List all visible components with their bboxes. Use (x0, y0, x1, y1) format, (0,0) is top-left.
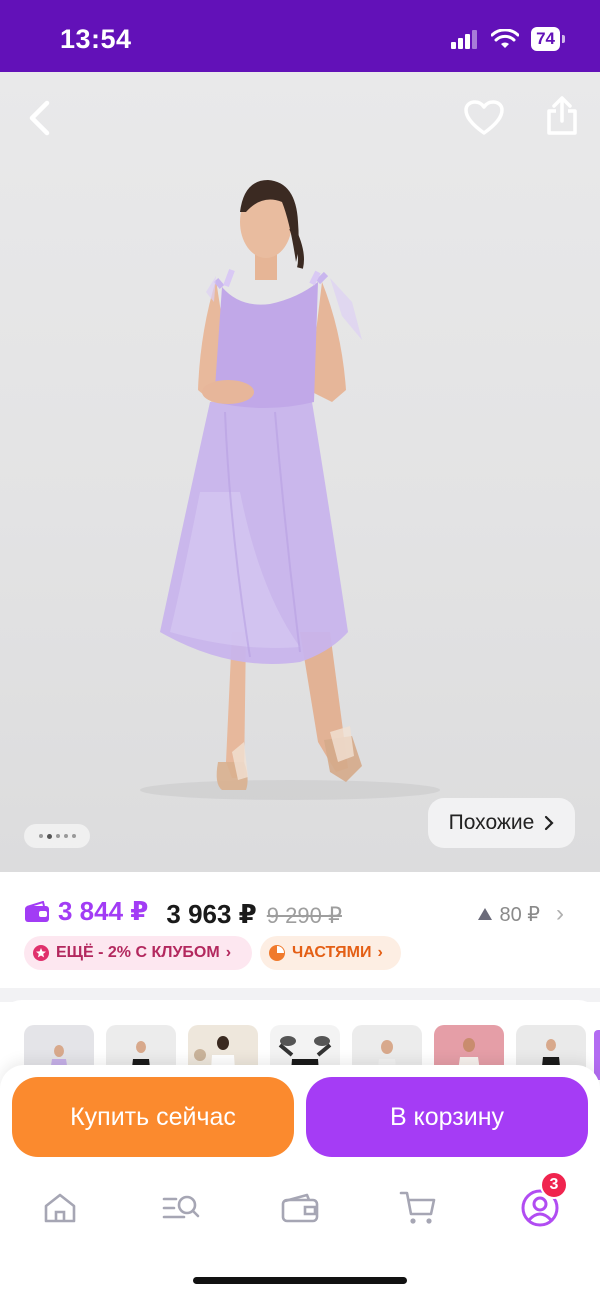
tab-wallet[interactable] (275, 1183, 325, 1233)
tab-bar: 3 (0, 1171, 600, 1233)
back-button[interactable] (18, 96, 62, 140)
old-price: 9 290 ₽ (266, 902, 342, 928)
home-indicator[interactable] (193, 1277, 407, 1284)
chevron-left-icon (29, 100, 50, 136)
wallet-icon (25, 900, 49, 922)
buy-now-button[interactable]: Купить сейчас (12, 1077, 294, 1157)
club-chip-label: ЕЩЁ - 2% С КЛУБОМ (56, 944, 220, 961)
chevron-right-icon: › (556, 900, 564, 927)
catalog-search-icon (162, 1195, 200, 1219)
battery-indicator: 74 (531, 27, 565, 51)
tab-cart[interactable] (393, 1183, 443, 1233)
status-time: 13:54 (60, 24, 132, 54)
tab-home[interactable] (35, 1183, 85, 1233)
cart-icon (399, 1191, 436, 1224)
chevron-right-icon (545, 815, 554, 831)
status-icons: 74 (451, 27, 565, 51)
pagination-dot (71, 834, 76, 838)
photo-pagination (24, 824, 90, 848)
points-value: 80 ₽ (499, 903, 540, 926)
add-to-cart-button[interactable]: В корзину (306, 1077, 588, 1157)
home-icon (44, 1193, 76, 1223)
share-icon (547, 96, 577, 135)
wifi-icon (491, 29, 520, 48)
signal-icon (451, 30, 478, 49)
share-button[interactable] (540, 94, 584, 138)
profile-notification-badge: 3 (540, 1171, 568, 1199)
pagination-dot (55, 834, 60, 838)
tab-catalog[interactable] (156, 1183, 206, 1233)
star-badge-icon (33, 945, 49, 961)
similar-button[interactable]: Похожие (428, 798, 575, 848)
club-discount-chip[interactable]: ЕЩЁ - 2% С КЛУБОМ › (24, 936, 252, 970)
heart-icon (464, 100, 504, 135)
wallet-price[interactable]: 3 844 ₽ (24, 896, 148, 927)
product-image (140, 180, 440, 800)
installments-chip[interactable]: ЧАСТЯМИ › (260, 936, 401, 970)
regular-price: 3 963 ₽ (166, 898, 257, 929)
favorite-button[interactable] (462, 96, 506, 140)
chevron-right-icon: › (377, 944, 383, 961)
pagination-dot (63, 834, 68, 838)
triangle-icon (478, 908, 493, 920)
bottom-bar: Купить сейчас В корзину 3 (0, 1065, 600, 1297)
side-scroll-accent (594, 1030, 600, 1080)
similar-label: Похожие (448, 811, 535, 834)
pagination-dot (38, 834, 43, 838)
chevron-right-icon: › (225, 944, 232, 961)
price-row: 3 844 ₽ 3 963 ₽ 9 290 ₽ (24, 896, 342, 930)
price-card: 3 844 ₽ 3 963 ₽ 9 290 ₽ 80 ₽ › (0, 872, 600, 990)
status-bar: 13:54 74 (0, 0, 600, 72)
installments-chip-label: ЧАСТЯМИ (292, 944, 372, 961)
pagination-dot-active (46, 833, 52, 839)
wallet-price-value: 3 844 ₽ (58, 896, 149, 926)
wallet-icon (281, 1193, 319, 1223)
product-photo[interactable]: Похожие (0, 72, 600, 872)
points-info[interactable]: 80 ₽ › (477, 900, 564, 928)
pie-chart-icon (269, 945, 285, 961)
